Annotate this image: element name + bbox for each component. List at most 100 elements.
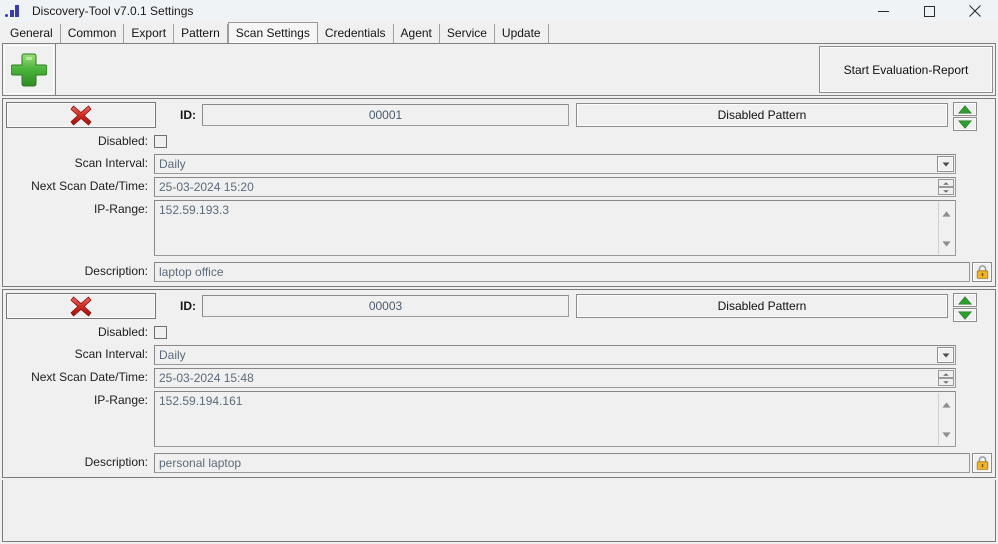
- chevron-down-icon[interactable]: [937, 347, 954, 363]
- scroll-up-arrow-icon[interactable]: [942, 395, 951, 413]
- spinner-down-icon[interactable]: [938, 378, 954, 386]
- ip-range-scrollbar[interactable]: [938, 202, 954, 254]
- scan-interval-value: Daily: [159, 348, 186, 362]
- next-scan-input[interactable]: 25-03-2024 15:20: [154, 177, 956, 197]
- description-input[interactable]: laptop office: [154, 262, 970, 282]
- tab-pattern[interactable]: Pattern: [174, 24, 228, 43]
- minimize-icon[interactable]: [860, 0, 906, 22]
- settings-tabs: General Common Export Pattern Scan Setti…: [0, 22, 998, 43]
- tab-scan-settings[interactable]: Scan Settings: [227, 22, 318, 43]
- start-evaluation-report-button[interactable]: Start Evaluation-Report: [819, 46, 993, 93]
- reorder-buttons: [953, 293, 977, 322]
- ip-range-textarea[interactable]: 152.59.194.161: [154, 391, 956, 447]
- green-up-arrow-icon: [958, 295, 972, 305]
- next-scan-stepper: [938, 179, 954, 195]
- padlock-icon: [976, 456, 988, 470]
- next-scan-row: Next Scan Date/Time: 25-03-2024 15:20: [3, 177, 995, 197]
- scan-interval-row: Scan Interval: Daily: [3, 154, 995, 174]
- tab-general[interactable]: General: [2, 24, 61, 43]
- next-scan-value: 25-03-2024 15:20: [159, 180, 254, 194]
- close-icon[interactable]: [952, 0, 998, 22]
- move-up-button[interactable]: [953, 102, 977, 116]
- ip-range-scrollbar[interactable]: [938, 393, 954, 445]
- pattern-button[interactable]: Disabled Pattern: [576, 294, 948, 318]
- move-down-button[interactable]: [953, 308, 977, 322]
- add-scan-button[interactable]: [3, 44, 56, 95]
- chevron-down-icon[interactable]: [937, 156, 954, 172]
- move-down-button[interactable]: [953, 117, 977, 131]
- description-input[interactable]: personal laptop: [154, 453, 970, 473]
- disabled-label: Disabled:: [97, 134, 148, 148]
- scroll-down-arrow-icon[interactable]: [942, 234, 951, 252]
- next-scan-row: Next Scan Date/Time: 25-03-2024 15:48: [3, 368, 995, 388]
- spinner-down-icon[interactable]: [938, 187, 954, 195]
- next-scan-input[interactable]: 25-03-2024 15:48: [154, 368, 956, 388]
- scan-entry-list: ID: 00001 Disabled Pattern Disabled: Sca…: [2, 98, 996, 542]
- next-scan-value: 25-03-2024 15:48: [159, 371, 254, 385]
- delete-scan-button[interactable]: [6, 293, 156, 319]
- ip-range-row: IP-Range: 152.59.193.3: [3, 200, 995, 256]
- tab-update[interactable]: Update: [495, 24, 549, 43]
- disabled-checkbox[interactable]: [154, 326, 167, 339]
- delete-scan-button[interactable]: [6, 102, 156, 128]
- id-field[interactable]: 00001: [202, 104, 569, 126]
- tab-service[interactable]: Service: [440, 24, 495, 43]
- title-bar: Discovery-Tool v7.0.1 Settings: [0, 0, 998, 22]
- scroll-up-arrow-icon[interactable]: [942, 204, 951, 222]
- green-up-arrow-icon: [958, 104, 972, 114]
- padlock-icon: [976, 265, 988, 279]
- scan-entry-panel: ID: 00003 Disabled Pattern Disabled: Sca…: [2, 289, 996, 478]
- tab-agent[interactable]: Agent: [394, 24, 440, 43]
- disabled-label: Disabled:: [97, 325, 148, 339]
- scroll-down-arrow-icon[interactable]: [942, 425, 951, 443]
- ip-range-row: IP-Range: 152.59.194.161: [3, 391, 995, 447]
- id-value: 00003: [368, 299, 403, 313]
- ip-range-textarea[interactable]: 152.59.193.3: [154, 200, 956, 256]
- maximize-icon[interactable]: [906, 0, 952, 22]
- tab-common[interactable]: Common: [61, 24, 125, 43]
- disabled-row: Disabled:: [3, 323, 995, 342]
- scan-interval-select[interactable]: Daily: [154, 154, 956, 174]
- next-scan-label: Next Scan Date/Time:: [31, 179, 148, 193]
- scan-interval-value: Daily: [159, 157, 186, 171]
- disabled-row: Disabled:: [3, 132, 995, 151]
- scan-interval-select[interactable]: Daily: [154, 345, 956, 365]
- ip-range-value: 152.59.193.3: [159, 203, 230, 217]
- id-label: ID:: [180, 108, 196, 122]
- spinner-up-icon[interactable]: [938, 179, 954, 187]
- scan-entry-header: ID: 00003 Disabled Pattern: [3, 293, 995, 322]
- app-logo-icon: [4, 3, 26, 19]
- scan-interval-row: Scan Interval: Daily: [3, 345, 995, 365]
- window-title: Discovery-Tool v7.0.1 Settings: [32, 4, 194, 18]
- ip-range-label: IP-Range:: [93, 202, 148, 216]
- lock-button[interactable]: [972, 453, 992, 473]
- id-field[interactable]: 00003: [202, 295, 569, 317]
- scan-list-empty-area: [2, 480, 996, 542]
- scan-interval-label: Scan Interval:: [74, 156, 148, 170]
- scan-interval-label: Scan Interval:: [74, 347, 148, 361]
- pattern-button[interactable]: Disabled Pattern: [576, 103, 948, 127]
- tab-content-scan-settings: Start Evaluation-Report ID: 00001 Disabl…: [0, 43, 998, 544]
- move-up-button[interactable]: [953, 293, 977, 307]
- ip-range-value: 152.59.194.161: [159, 394, 243, 408]
- tab-export[interactable]: Export: [124, 24, 175, 43]
- settings-window: Discovery-Tool v7.0.1 Settings General C…: [0, 0, 998, 544]
- scan-entry-header: ID: 00001 Disabled Pattern: [3, 102, 995, 131]
- reorder-buttons: [953, 102, 977, 131]
- id-value: 00001: [368, 108, 403, 122]
- scan-toolbar: Start Evaluation-Report: [2, 43, 996, 96]
- lock-button[interactable]: [972, 262, 992, 282]
- window-controls: [860, 0, 998, 22]
- scan-entry-panel: ID: 00001 Disabled Pattern Disabled: Sca…: [2, 98, 996, 287]
- tab-credentials[interactable]: Credentials: [318, 24, 394, 43]
- green-down-arrow-icon: [958, 119, 972, 129]
- description-row: Description: personal laptop: [3, 453, 995, 473]
- disabled-checkbox[interactable]: [154, 135, 167, 148]
- next-scan-label: Next Scan Date/Time:: [31, 370, 148, 384]
- spinner-up-icon[interactable]: [938, 370, 954, 378]
- description-value: laptop office: [159, 265, 224, 279]
- description-label: Description:: [84, 455, 148, 469]
- green-down-arrow-icon: [958, 310, 972, 320]
- toolbar-spacer: [56, 44, 819, 95]
- red-x-icon: [70, 296, 92, 316]
